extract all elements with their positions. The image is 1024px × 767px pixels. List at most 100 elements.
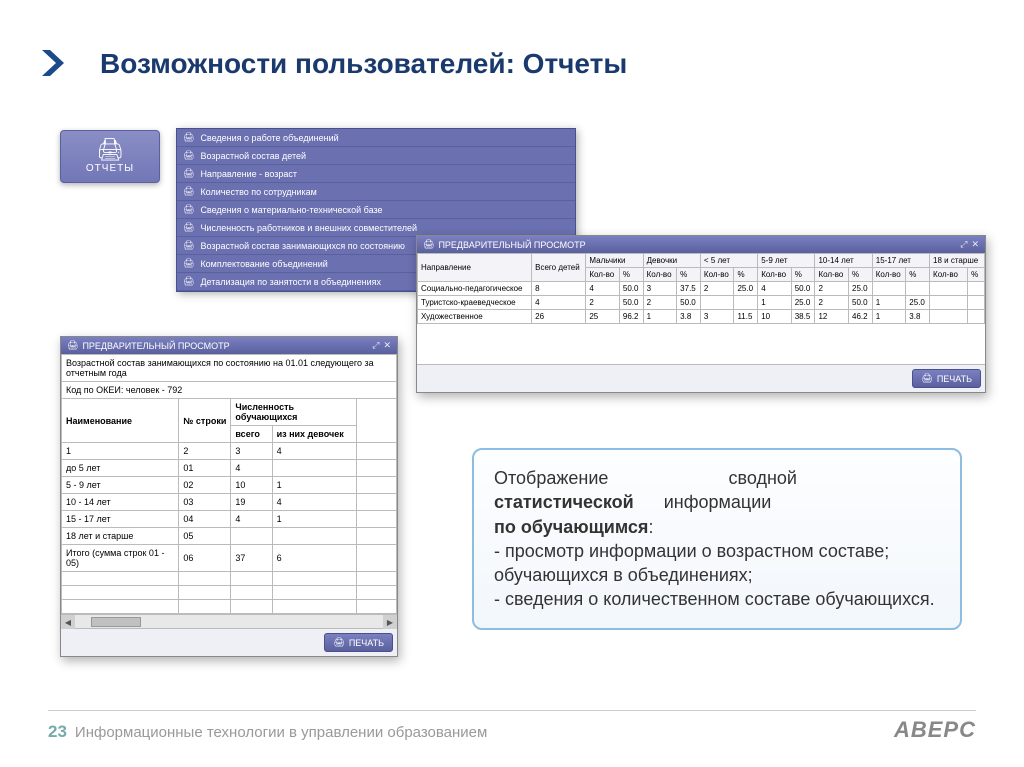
cell: 4 [758, 282, 792, 296]
cell: 4 [532, 296, 586, 310]
cell: 2 [643, 296, 677, 310]
cell: 2 [815, 296, 849, 310]
cell: Итого (сумма строк 01 - 05) [62, 545, 179, 572]
scroll-thumb[interactable] [91, 617, 141, 627]
cell: 18 лет и старше [62, 528, 179, 545]
doc-icon: 🖨 [183, 150, 194, 161]
print-button[interactable]: 🖨 ПЕЧАТЬ [912, 369, 981, 388]
col-girls: из них девочек [272, 426, 356, 443]
expand-icon[interactable]: ⤢ [372, 340, 379, 351]
doc-icon: 🖨 [183, 186, 194, 197]
table-row: 5 - 9 лет02101 [62, 477, 397, 494]
cell: 26 [532, 310, 586, 324]
col-group: 15-17 лет [872, 254, 929, 268]
printer-icon: 🖨 [423, 239, 434, 250]
col-group: 10-14 лет [815, 254, 872, 268]
cell: 1 [272, 511, 356, 528]
cell [231, 528, 272, 545]
cell [357, 528, 397, 545]
cell: 10 - 14 лет [62, 494, 179, 511]
menu-item-label: Детализация по занятости в объединениях [200, 277, 381, 287]
cell [357, 477, 397, 494]
table-row: Художественное262596.213.8311.51038.5124… [418, 310, 985, 324]
slide-number: 23 [48, 722, 67, 742]
doc-icon: 🖨 [183, 204, 194, 215]
scroll-left-icon[interactable]: ◀ [61, 615, 75, 629]
cell: 2 [179, 443, 231, 460]
window-title: ПРЕДВАРИТЕЛЬНЫЙ ПРОСМОТР [82, 341, 229, 351]
col-sub: % [791, 268, 815, 282]
cell [872, 282, 906, 296]
menu-item[interactable]: 🖨Сведения о материально-технической базе [177, 201, 575, 219]
cell: 2 [700, 282, 734, 296]
col-count: Численность обучающихся [231, 399, 357, 426]
cell [968, 296, 985, 310]
doc-icon: 🖨 [183, 276, 194, 287]
menu-item-label: Сведения о работе объединений [200, 133, 338, 143]
close-icon[interactable]: ✕ [383, 340, 391, 351]
slide-chevron-icon [38, 48, 68, 78]
scroll-right-icon[interactable]: ▶ [383, 615, 397, 629]
col-group: Мальчики [586, 254, 643, 268]
cell: 4 [272, 443, 356, 460]
table-row: Туристско-краеведческое4250.0250.0125.02… [418, 296, 985, 310]
horizontal-scrollbar[interactable]: ◀ ▶ [61, 614, 397, 628]
col-group: Девочки [643, 254, 700, 268]
preview-window-directions: 🖨 ПРЕДВАРИТЕЛЬНЫЙ ПРОСМОТР ⤢ ✕ Направлен… [416, 235, 986, 393]
cell: Туристско-краеведческое [418, 296, 532, 310]
cell: 2 [815, 282, 849, 296]
reports-button[interactable]: 🖨 ОТЧЕТЫ [60, 130, 160, 183]
cell: 05 [179, 528, 231, 545]
expand-icon[interactable]: ⤢ [960, 239, 967, 250]
menu-item[interactable]: 🖨 Возрастной состав детей [177, 147, 575, 165]
menu-item-label: Возрастной состав детей [200, 151, 306, 161]
window-titlebar[interactable]: 🖨 ПРЕДВАРИТЕЛЬНЫЙ ПРОСМОТР ⤢ ✕ [417, 236, 985, 253]
cell: Художественное [418, 310, 532, 324]
table-row: 10 - 14 лет03194 [62, 494, 397, 511]
cell: 8 [532, 282, 586, 296]
print-button[interactable]: 🖨 ПЕЧАТЬ [324, 633, 393, 652]
col-sub: % [968, 268, 985, 282]
cell [968, 310, 985, 324]
cell: 1 [62, 443, 179, 460]
cell: 02 [179, 477, 231, 494]
info-bullet: - сведения о количественном составе обуч… [494, 587, 940, 611]
col-sub: % [849, 268, 873, 282]
cell: 3 [700, 310, 734, 324]
preview-window-ages: 🖨 ПРЕДВАРИТЕЛЬНЫЙ ПРОСМОТР ⤢ ✕ Возрастно… [60, 336, 398, 657]
okei-code: Код по ОКЕИ: человек - 792 [62, 382, 397, 399]
close-icon[interactable]: ✕ [971, 239, 979, 250]
window-titlebar[interactable]: 🖨 ПРЕДВАРИТЕЛЬНЫЙ ПРОСМОТР ⤢ ✕ [61, 337, 397, 354]
menu-item[interactable]: 🖨Направление - возраст [177, 165, 575, 183]
cell: 3 [643, 282, 677, 296]
cell: 50.0 [791, 282, 815, 296]
col-rownum: № строки [179, 399, 231, 443]
cell: 96.2 [619, 310, 643, 324]
info-text: статистической [494, 492, 634, 512]
cell [930, 282, 968, 296]
doc-icon: 🖨 [183, 240, 194, 251]
menu-item[interactable]: 🖨Количество по сотрудникам [177, 183, 575, 201]
col-sub: Кол-во [930, 268, 968, 282]
cell: 25.0 [734, 282, 758, 296]
doc-icon: 🖨 [183, 258, 194, 269]
col-direction: Направление [418, 254, 532, 282]
col-total: всего [231, 426, 272, 443]
cell: 25.0 [849, 282, 873, 296]
menu-item[interactable]: 🖨Сведения о работе объединений [177, 129, 575, 147]
info-box: Отображение сводной статистической инфор… [472, 448, 962, 630]
directions-table: Направление Всего детей Мальчики Девочки… [417, 253, 985, 324]
col-total: Всего детей [532, 254, 586, 282]
cell: 3 [231, 443, 272, 460]
cell: 46.2 [849, 310, 873, 324]
print-button-label: ПЕЧАТЬ [349, 638, 384, 648]
cell: 50.0 [849, 296, 873, 310]
cell: 06 [179, 545, 231, 572]
cell: 4 [231, 511, 272, 528]
cell: 11.5 [734, 310, 758, 324]
info-bullet: - просмотр информации о возрастном соста… [494, 539, 940, 588]
cell: Социально-педагогическое [418, 282, 532, 296]
slide-title: Возможности пользователей: Отчеты [100, 48, 627, 80]
cell: 10 [231, 477, 272, 494]
cell: 15 - 17 лет [62, 511, 179, 528]
